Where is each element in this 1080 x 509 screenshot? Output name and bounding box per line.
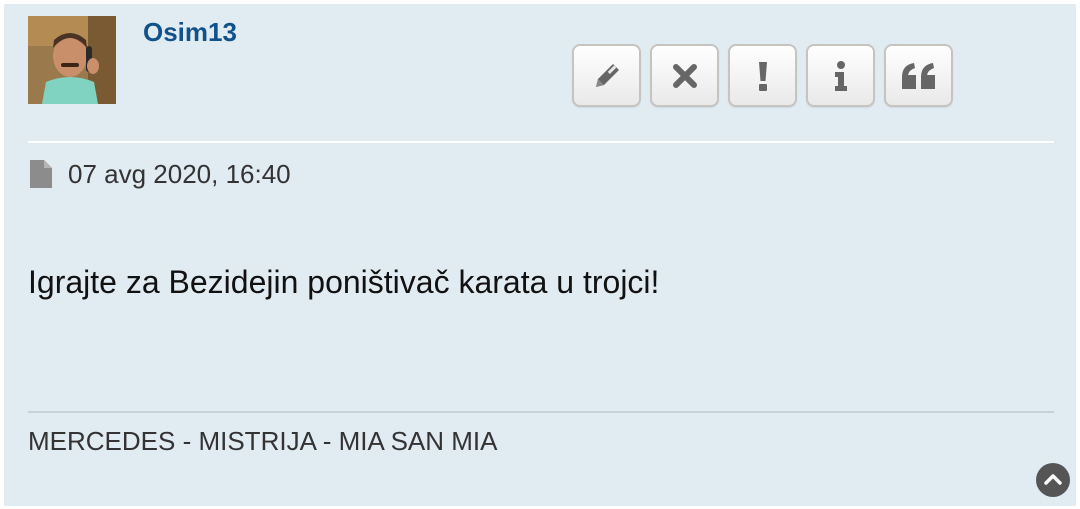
info-button[interactable] bbox=[806, 44, 875, 107]
post-date-row: 07 avg 2020, 16:40 bbox=[28, 158, 291, 190]
post-content: Igrajte za Bezidejin poništivač karata u… bbox=[28, 264, 660, 300]
post-container: Osim13 07 avg 2020, 16:40 Igrajte za Bez… bbox=[4, 4, 1076, 506]
info-icon bbox=[834, 60, 847, 91]
post-actions bbox=[572, 44, 953, 107]
quote-icon bbox=[901, 62, 935, 89]
quote-button[interactable] bbox=[884, 44, 953, 107]
close-icon bbox=[672, 63, 697, 88]
exclamation-icon bbox=[758, 61, 767, 91]
header-divider bbox=[28, 141, 1054, 143]
document-icon[interactable] bbox=[28, 159, 54, 189]
chevron-up-circle-icon bbox=[1044, 474, 1062, 485]
author-username[interactable]: Osim13 bbox=[143, 16, 237, 48]
avatar-image bbox=[28, 16, 116, 104]
edit-button[interactable] bbox=[572, 44, 641, 107]
report-button[interactable] bbox=[728, 44, 797, 107]
back-to-top-button[interactable] bbox=[1036, 463, 1070, 497]
pencil-icon bbox=[595, 63, 619, 87]
delete-button[interactable] bbox=[650, 44, 719, 107]
avatar[interactable] bbox=[28, 16, 116, 104]
post-date: 07 avg 2020, 16:40 bbox=[68, 158, 291, 189]
signature-divider bbox=[28, 411, 1054, 413]
post-signature: MERCEDES - MISTRIJA - MIA SAN MIA bbox=[28, 426, 498, 456]
